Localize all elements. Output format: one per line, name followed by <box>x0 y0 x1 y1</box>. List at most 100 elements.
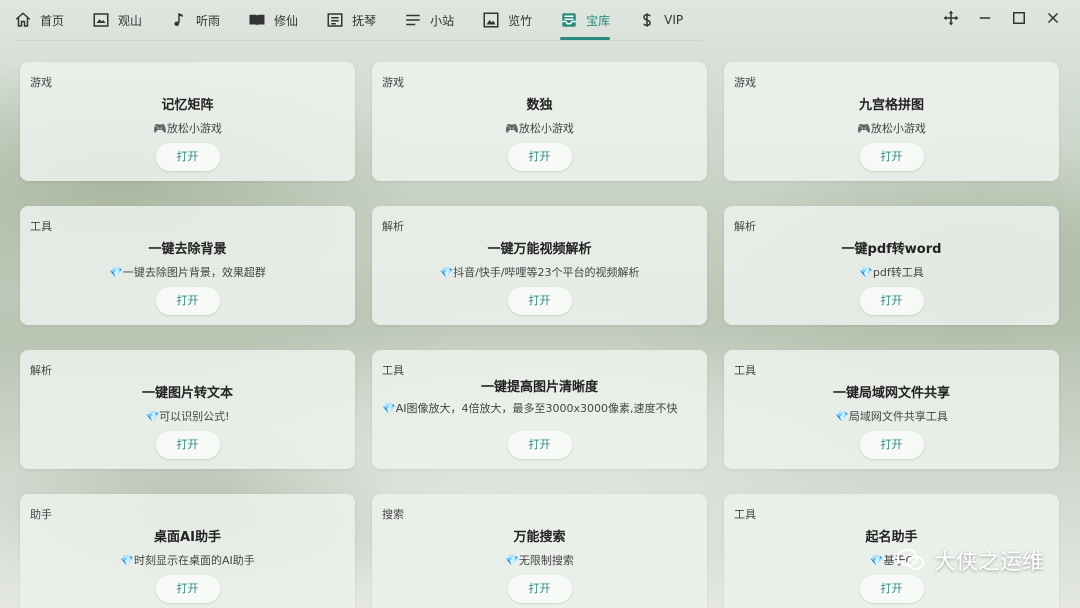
nav-item-guanshan[interactable]: 观山 <box>92 0 142 40</box>
card-description: 🎮放松小游戏 <box>724 121 1059 137</box>
tool-card-grid: 游戏 记忆矩阵 🎮放松小游戏 打开 游戏 数独 🎮放松小游戏 打开 游戏 九宫格… <box>20 62 1060 608</box>
minimize-button[interactable] <box>968 1 1002 35</box>
tool-card-remove-background: 工具 一键去除背景 💎一键去除图片背景，效果超群 打开 <box>20 206 355 325</box>
window-controls <box>934 0 1070 36</box>
gem-icon: 💎 <box>120 554 134 567</box>
nav-item-vip[interactable]: VIP <box>638 0 683 40</box>
tool-card-lan-share: 工具 一键局域网文件共享 💎局域网文件共享工具 打开 <box>724 350 1059 469</box>
gem-icon: 💎 <box>145 410 160 423</box>
nav-label: 观山 <box>118 13 143 28</box>
tool-card-image-upscale: 工具 一键提高图片清晰度 💎AI图像放大，4倍放大，最多至3000x3000像素… <box>372 350 707 469</box>
nav-label: 首页 <box>40 13 65 28</box>
card-description: 🎮放松小游戏 <box>20 121 355 137</box>
gamepad-icon: 🎮 <box>505 122 519 135</box>
gem-icon: 💎 <box>109 266 123 279</box>
card-title: 桌面AI助手 <box>154 530 221 545</box>
card-desc-text: 无限制搜索 <box>518 554 574 567</box>
list-box-icon <box>327 13 343 27</box>
nav-item-xiuxian[interactable]: 修仙 <box>248 0 298 40</box>
card-title: 九宫格拼图 <box>858 98 924 113</box>
tool-card-sudoku: 游戏 数独 🎮放松小游戏 打开 <box>372 62 707 181</box>
nav-item-baoku[interactable]: 宝库 <box>560 0 611 40</box>
watermark: 大侠之运维 <box>896 544 1044 576</box>
nav-label: 修仙 <box>274 13 299 28</box>
card-title: 一键图片转文本 <box>141 386 233 401</box>
maximize-button[interactable] <box>1002 1 1036 35</box>
card-desc-text: 时刻显示在桌面的AI助手 <box>133 554 255 567</box>
card-desc-text: 抖音/快手/哔哩等23个平台的视频解析 <box>453 266 640 279</box>
card-category: 游戏 <box>30 76 52 89</box>
open-button[interactable]: 打开 <box>859 431 924 459</box>
nav-item-lanzhu[interactable]: 览竹 <box>482 0 532 40</box>
maximize-icon <box>1013 12 1025 24</box>
card-category: 搜索 <box>382 508 404 521</box>
nav-divider <box>14 40 702 41</box>
nav-label: 览竹 <box>508 13 533 28</box>
card-desc-text: 局域网文件共享工具 <box>848 410 948 423</box>
open-button[interactable]: 打开 <box>507 287 572 315</box>
card-title: 一键提高图片清晰度 <box>480 380 598 395</box>
gem-icon: 💎 <box>835 410 849 423</box>
card-description: 💎一键去除图片背景，效果超群 <box>20 265 355 281</box>
open-button[interactable]: 打开 <box>155 287 220 315</box>
card-category: 游戏 <box>734 76 756 89</box>
wechat-icon <box>896 548 925 570</box>
open-button[interactable]: 打开 <box>507 143 572 171</box>
open-button[interactable]: 打开 <box>155 431 220 459</box>
inbox-icon <box>562 13 576 27</box>
gem-icon: 💎 <box>505 554 519 567</box>
card-title: 起名助手 <box>865 530 918 545</box>
nav-item-xiaozhan[interactable]: 小站 <box>404 0 454 40</box>
card-description: 💎可以识别公式! <box>20 409 355 425</box>
top-bar: 首页 观山 听雨 修仙 抚琴 小站 览竹 宝库 VIP <box>0 0 1080 41</box>
card-description: 💎时刻显示在桌面的AI助手 <box>20 553 355 569</box>
watermark-text: 大侠之运维 <box>933 550 1044 575</box>
card-category: 助手 <box>30 508 52 521</box>
main-nav: 首页 观山 听雨 修仙 抚琴 小站 览竹 宝库 VIP <box>0 0 711 40</box>
tool-card-video-parser: 解析 一键万能视频解析 💎抖音/快手/哔哩等23个平台的视频解析 打开 <box>372 206 707 325</box>
tool-card-universal-search: 搜索 万能搜索 💎无限制搜索 打开 <box>372 494 707 608</box>
nav-label: 小站 <box>430 13 455 28</box>
move-icon <box>943 10 959 26</box>
minimize-icon <box>979 17 991 19</box>
music-note-icon <box>174 13 183 26</box>
open-button[interactable]: 打开 <box>507 575 572 603</box>
card-desc-text: 可以识别公式! <box>159 410 230 423</box>
open-button[interactable]: 打开 <box>507 431 572 459</box>
card-title: 一键pdf转word <box>841 242 942 257</box>
menu-lines-icon <box>406 14 420 26</box>
gamepad-icon: 🎮 <box>153 122 167 135</box>
card-title: 数独 <box>526 98 553 113</box>
card-category: 工具 <box>30 220 52 233</box>
image-frame-icon <box>93 13 109 27</box>
open-button[interactable]: 打开 <box>859 143 924 171</box>
nav-item-home[interactable]: 首页 <box>14 0 64 40</box>
gem-icon: 💎 <box>869 554 884 567</box>
open-button[interactable]: 打开 <box>155 143 220 171</box>
card-desc-text: 放松小游戏 <box>166 122 222 135</box>
card-title: 一键局域网文件共享 <box>832 386 950 401</box>
open-button[interactable]: 打开 <box>155 575 220 603</box>
card-category: 解析 <box>382 220 404 233</box>
gem-icon: 💎 <box>382 402 396 415</box>
nav-item-fuqin[interactable]: 抚琴 <box>326 0 376 40</box>
card-desc-text: 放松小游戏 <box>518 122 574 135</box>
card-description: 💎AI图像放大，4倍放大，最多至3000x3000像素,速度不快 <box>372 401 707 417</box>
close-button[interactable] <box>1036 1 1070 35</box>
card-description: 💎pdf转工具 <box>724 265 1059 281</box>
open-button[interactable]: 打开 <box>859 287 924 315</box>
move-button[interactable] <box>934 1 968 35</box>
card-description: 💎局域网文件共享工具 <box>724 409 1059 425</box>
nav-item-tingyu[interactable]: 听雨 <box>170 0 220 40</box>
card-title: 一键万能视频解析 <box>487 242 592 257</box>
open-button[interactable]: 打开 <box>859 575 924 603</box>
gem-icon: 💎 <box>439 266 454 279</box>
card-desc-text: 放松小游戏 <box>870 122 926 135</box>
card-description: 🎮放松小游戏 <box>372 121 707 137</box>
card-desc-text: pdf转工具 <box>872 266 924 279</box>
card-category: 工具 <box>734 508 756 521</box>
card-category: 游戏 <box>382 76 404 89</box>
card-desc-text: AI图像放大，4倍放大，最多至3000x3000像素,速度不快 <box>395 402 678 415</box>
picture-icon <box>483 12 499 28</box>
tool-card-image-to-text: 解析 一键图片转文本 💎可以识别公式! 打开 <box>20 350 355 469</box>
